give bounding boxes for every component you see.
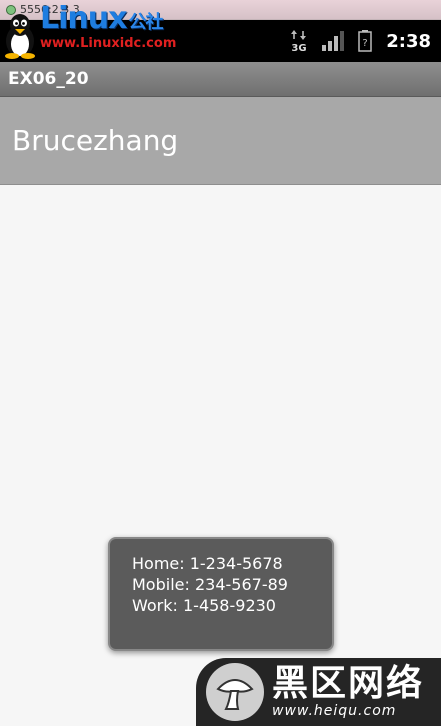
status-icons: 3G ? 2:38 <box>290 20 431 62</box>
penguin-icon <box>5 14 35 59</box>
toast-mobile-number: Mobile: 234-567-89 <box>132 575 288 594</box>
battery-unknown-label: ? <box>363 38 368 49</box>
app-title-bar: EX06_20 <box>0 62 441 97</box>
heiqu-watermark: 黑区网络 www.heiqu.com <box>196 658 441 726</box>
signal-strength-icon <box>322 31 345 51</box>
linuxidc-watermark: Linux 公社 www.Linuxidc.com <box>2 4 177 59</box>
watermark-brand-cn: 公社 <box>128 12 163 33</box>
battery-icon: ? <box>358 30 372 52</box>
toast-work-number: Work: 1-458-9230 <box>132 596 276 615</box>
watermark-brand-cn: 黑区网络 <box>272 663 425 704</box>
data-3g-icon: 3G <box>291 30 307 53</box>
status-time: 2:38 <box>386 30 431 52</box>
watermark-brand: Linux <box>40 1 127 36</box>
status-bar: Linux 公社 www.Linuxidc.com 3G ? 2:38 <box>0 4 441 62</box>
app-title: EX06_20 <box>8 69 89 89</box>
contact-name: Brucezhang <box>12 124 179 157</box>
mushroom-logo-icon <box>206 663 264 721</box>
network-type-label: 3G <box>292 43 307 53</box>
list-item[interactable]: Brucezhang <box>0 97 441 185</box>
phone-numbers-toast: Home: 1-234-5678 Mobile: 234-567-89 Work… <box>108 537 334 651</box>
toast-home-number: Home: 1-234-5678 <box>132 554 283 573</box>
watermark-url: www.heiqu.com <box>272 703 397 719</box>
emulator-screen: 5556:2.3.3 Linux 公社 www.Linuxidc.com 3G … <box>0 0 441 726</box>
watermark-url: www.Linuxidc.com <box>40 36 177 51</box>
